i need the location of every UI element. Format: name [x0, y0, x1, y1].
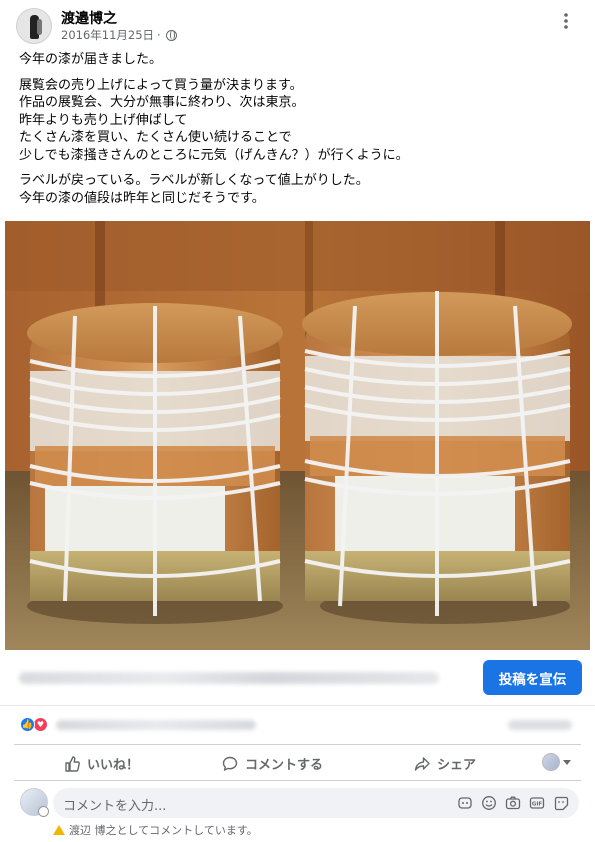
- boost-post-button[interactable]: 投稿を宣伝: [483, 660, 582, 695]
- comment-tools: GIF: [457, 795, 569, 811]
- mini-avatar: [542, 753, 560, 771]
- thumbs-up-icon: [65, 755, 80, 772]
- warning-icon: [53, 825, 65, 835]
- chevron-down-icon: [563, 759, 571, 765]
- action-bar: いいね！ コメントする シェア: [14, 744, 581, 780]
- post-date[interactable]: 2016年11月25日: [61, 27, 154, 43]
- svg-text:GIF: GIF: [532, 802, 543, 808]
- comment-bubble-icon: [222, 756, 238, 771]
- reactors-blurred: [56, 720, 256, 730]
- promo-text-blurred: [19, 672, 439, 684]
- post-body: 今年の漆が届きました。 展覧会の売り上げによって買う量が決まります。 作品の展覧…: [19, 51, 584, 207]
- post-photo[interactable]: [5, 221, 590, 650]
- share-arrow-icon: [414, 756, 430, 771]
- share-label: シェア: [437, 758, 477, 773]
- share-button[interactable]: シェア: [414, 754, 476, 773]
- post-line: ラベルが戻っている。ラベルが新しくなって値上がりした。: [19, 173, 369, 188]
- globe-icon[interactable]: [165, 29, 177, 41]
- more-options-icon[interactable]: [557, 10, 575, 32]
- urushi-barrels-image: [5, 221, 590, 650]
- post-meta: 2016年11月25日 ·: [61, 27, 177, 43]
- like-label: いいね！: [87, 758, 140, 773]
- post-line: たくさん漆を買い、たくさん使い続けることで: [19, 130, 292, 145]
- comment-label: コメントする: [245, 758, 324, 773]
- post-line: 今年の漆の値段は昨年と同じだそうです。: [19, 190, 265, 206]
- like-reaction-icon[interactable]: 👍: [20, 717, 35, 732]
- comment-count-blurred: [508, 720, 572, 730]
- like-button[interactable]: いいね！: [64, 754, 139, 773]
- reactions-bar: 👍 ♥: [0, 706, 595, 744]
- comment-composer: コメントを入力... GIF: [0, 786, 595, 822]
- camera-icon[interactable]: [505, 795, 521, 811]
- love-reaction-icon[interactable]: ♥: [33, 717, 48, 732]
- comment-placeholder: コメントを入力...: [63, 799, 167, 814]
- commenting-as-notice: 渡辺 博之としてコメントしています。: [53, 822, 258, 838]
- divider: [14, 780, 581, 781]
- post-line: 昨年よりも売り上げ伸ばして: [19, 112, 188, 128]
- avatar-figure-shadow: [37, 19, 42, 35]
- emoji-icon[interactable]: [481, 795, 497, 811]
- avatar-sticker-icon[interactable]: [457, 795, 473, 811]
- post-line: 今年の漆が届きました。: [19, 52, 163, 67]
- author-avatar[interactable]: [16, 8, 52, 44]
- post-as-selector[interactable]: [542, 753, 571, 771]
- post-line: 作品の展覧会、大分が無事に終わり、次は東京。: [19, 95, 305, 110]
- meta-separator: ·: [157, 28, 161, 42]
- author-name[interactable]: 渡邉博之: [61, 8, 117, 28]
- post-line: 展覧会の売り上げによって買う量が決まります。: [19, 77, 303, 93]
- commenter-avatar[interactable]: [20, 788, 49, 817]
- comment-button[interactable]: コメントする: [222, 754, 323, 773]
- post-header: 渡邉博之 2016年11月25日 ·: [0, 0, 595, 44]
- gif-icon[interactable]: GIF: [529, 795, 545, 811]
- commenting-as-text: 渡辺 博之としてコメントしています。: [69, 824, 258, 837]
- sticker-icon[interactable]: [553, 795, 569, 811]
- post-line: 少しでも漆掻きさんのところに元気（げんきん？）が行くように。: [19, 147, 409, 163]
- comment-input[interactable]: コメントを入力... GIF: [53, 788, 579, 818]
